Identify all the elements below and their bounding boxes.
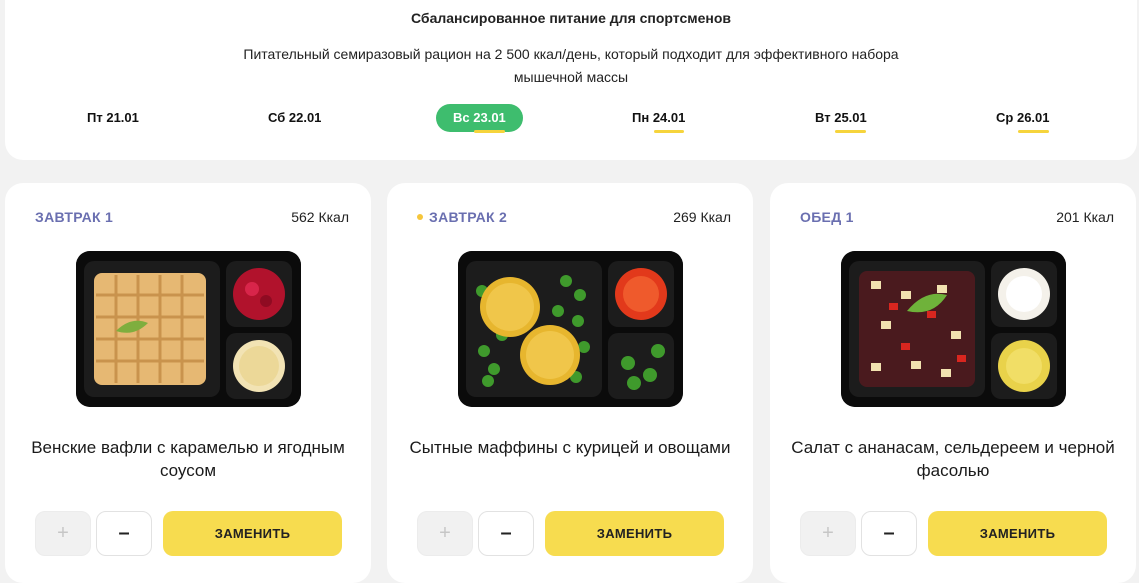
marker-dot-icon [417,214,423,220]
plan-title: Сбалансированное питание для спортсменов [411,10,731,26]
day-of-week: Сб [268,110,286,125]
meal-photo [841,251,1066,407]
day-of-week: Вс [453,110,470,125]
day-tab[interactable]: Вт 25.01 [815,104,867,133]
day-marker [653,130,685,133]
meal-card: ЗАВТРАК 1 562 Ккал Венские вафли с карам… [5,183,371,583]
replace-button[interactable]: ЗАМЕНИТЬ [545,511,724,556]
plan-description: Питательный семиразовый рацион на 2 500 … [243,46,899,85]
day-tab[interactable]: Ср 26.01 [996,104,1050,133]
meal-kcal: 201 Ккал [1056,209,1114,225]
day-of-week: Пн [632,110,650,125]
day-date: 21.01 [106,110,139,125]
meal-label: ЗАВТРАК 2 [417,209,507,225]
day-of-week: Пт [87,110,103,125]
day-tab[interactable]: Пт 21.01 [87,104,139,132]
dish-name: Сытные маффины с курицей и овощами [409,438,731,457]
meal-label: ОБЕД 1 [800,209,854,225]
day-marker [474,130,505,133]
meal-card: ЗАВТРАК 2 269 Ккал Сытные маффины с кури… [387,183,753,583]
day-marker [1017,130,1049,133]
dish-name: Салат с ананасам, сельдереем и черной фа… [791,438,1115,480]
day-of-week: Вт [815,110,831,125]
day-tab-active[interactable]: Вс 23.01 [436,104,523,133]
add-button[interactable]: + [800,511,856,556]
day-marker [835,130,866,133]
add-button[interactable]: + [35,511,91,556]
meal-kcal: 269 Ккал [673,209,731,225]
remove-button[interactable]: – [861,511,917,556]
day-date: 23.01 [473,104,506,133]
day-date: 26.01 [1017,104,1050,133]
day-selector: Пт 21.01 Сб 22.01 Вс 23.01 Пн 24.01 Вт 2… [5,104,1137,133]
meal-kcal: 562 Ккал [291,209,349,225]
replace-button[interactable]: ЗАМЕНИТЬ [163,511,342,556]
meal-label: ЗАВТРАК 1 [35,209,114,225]
meal-photo [458,251,683,407]
day-date: 25.01 [834,104,867,133]
meal-photo [76,251,301,407]
remove-button[interactable]: – [478,511,534,556]
day-date: 22.01 [288,110,322,125]
meal-card: ОБЕД 1 201 Ккал Салат с ананасам, сельде… [770,183,1136,583]
add-button[interactable]: + [417,511,473,556]
day-date: 24.01 [653,104,685,133]
day-tab[interactable]: Пн 24.01 [632,104,685,133]
day-of-week: Ср [996,110,1014,125]
replace-button[interactable]: ЗАМЕНИТЬ [928,511,1107,556]
plan-header-card: Сбалансированное питание для спортсменов… [5,0,1137,160]
dish-name: Венские вафли с карамелью и ягодным соус… [31,438,345,480]
day-tab[interactable]: Сб 22.01 [268,104,321,132]
remove-button[interactable]: – [96,511,152,556]
